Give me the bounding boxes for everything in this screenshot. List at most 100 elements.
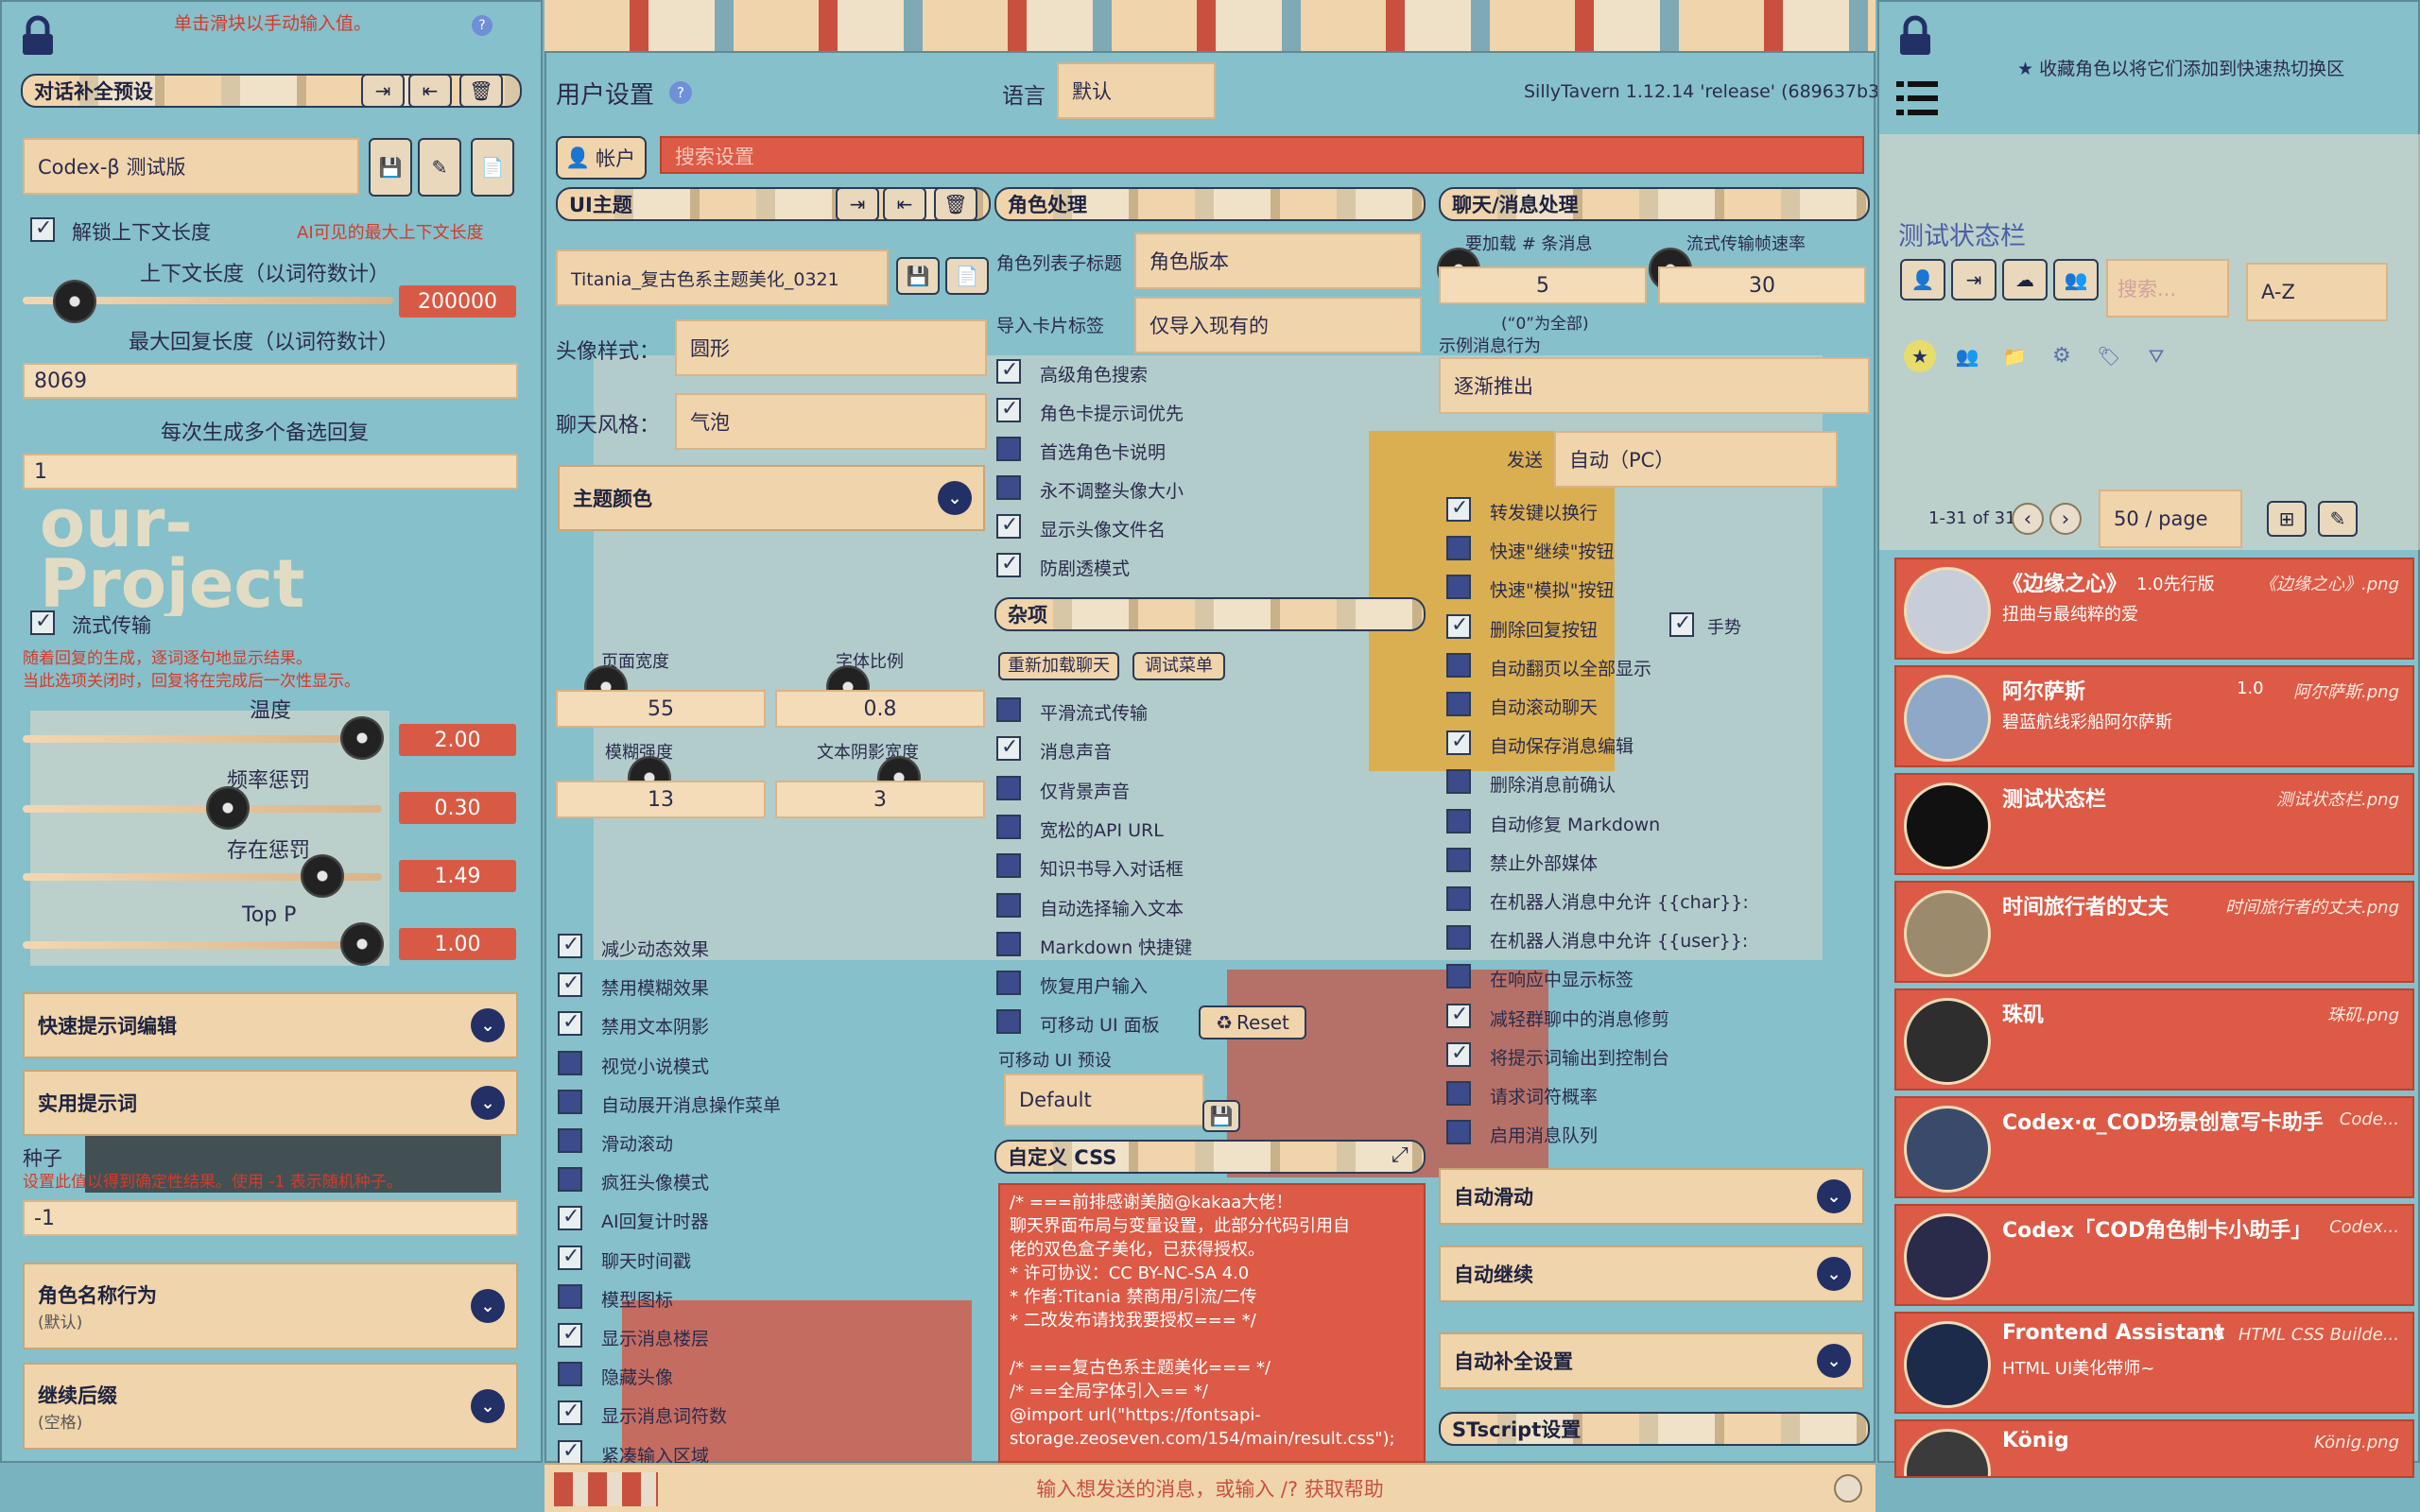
save-preset-icon[interactable]: 💾 bbox=[369, 138, 412, 197]
settings-search-input[interactable]: 搜索设置 bbox=[660, 136, 1864, 174]
utility-prompts-drawer[interactable]: 实用提示词 ⌄ bbox=[23, 1070, 518, 1136]
expand-icon[interactable]: ⤢ bbox=[1392, 1143, 1418, 1170]
page-width-input[interactable]: 55 bbox=[556, 690, 766, 728]
setting-checkbox[interactable] bbox=[996, 437, 1021, 461]
character-card[interactable]: Frontend Assistant 1.9 HTML CSS Builde... H… bbox=[1894, 1312, 2414, 1414]
setting-checkbox[interactable] bbox=[996, 358, 1021, 384]
delete-theme-icon[interactable]: 🗑 bbox=[934, 187, 977, 221]
setting-checkbox[interactable] bbox=[1446, 536, 1471, 561]
setting-checkbox[interactable] bbox=[996, 971, 1021, 996]
setting-checkbox[interactable] bbox=[558, 971, 582, 998]
menu-icon[interactable] bbox=[1896, 79, 1938, 117]
context-length-knob[interactable] bbox=[53, 280, 96, 323]
top-p-value[interactable]: 1.00 bbox=[399, 928, 516, 960]
text-shadow-input[interactable]: 3 bbox=[775, 781, 985, 818]
stream-fps-input[interactable]: 30 bbox=[1658, 266, 1866, 304]
freq-penalty-track[interactable] bbox=[23, 805, 382, 813]
grid-view-icon[interactable]: ⊞ bbox=[2267, 501, 2307, 537]
blur-input[interactable]: 13 bbox=[556, 781, 766, 818]
setting-checkbox[interactable] bbox=[1446, 1003, 1471, 1028]
setting-checkbox[interactable] bbox=[996, 775, 1021, 800]
favorites-filter-icon[interactable]: ★ bbox=[1904, 340, 1936, 372]
help-icon[interactable]: ? bbox=[472, 15, 493, 36]
delete-preset-icon[interactable]: 🗑 bbox=[459, 74, 503, 108]
import-tags-select[interactable]: 仅导入现有的 bbox=[1134, 297, 1422, 353]
context-length-value[interactable]: 200000 bbox=[399, 285, 516, 318]
max-reply-input[interactable]: 8069 bbox=[23, 363, 518, 399]
setting-checkbox[interactable] bbox=[996, 1009, 1021, 1035]
export-theme-icon[interactable]: ⇤ bbox=[883, 187, 926, 221]
setting-checkbox[interactable] bbox=[996, 513, 1021, 539]
groups-filter-icon[interactable]: 👥 bbox=[1951, 340, 1983, 372]
import-theme-icon[interactable]: ⇥ bbox=[836, 187, 879, 221]
prev-page-icon[interactable]: ‹ bbox=[2012, 503, 2044, 535]
unlock-context-checkbox[interactable] bbox=[30, 216, 55, 242]
char-list-subtitle-select[interactable]: 角色版本 bbox=[1134, 232, 1422, 289]
setting-checkbox[interactable] bbox=[558, 1439, 582, 1465]
gestures-checkbox[interactable] bbox=[1669, 611, 1694, 637]
auto-swipe-drawer[interactable]: 自动滑动 ⌄ bbox=[1439, 1168, 1864, 1225]
preset-select[interactable]: Codex-β 测试版 bbox=[23, 138, 359, 195]
filter-clear-icon[interactable]: ⛛ bbox=[2140, 340, 2172, 372]
freq-penalty-knob[interactable] bbox=[206, 786, 250, 830]
character-card[interactable]: König König.png bbox=[1894, 1419, 2414, 1478]
reload-chat-button[interactable]: 重新加载聊天 bbox=[998, 652, 1119, 680]
character-card[interactable]: 时间旅行者的丈夫 时间旅行者的丈夫.png bbox=[1894, 881, 2414, 983]
cloud-download-icon[interactable]: ☁ bbox=[2002, 259, 2048, 301]
setting-checkbox[interactable] bbox=[996, 853, 1021, 879]
character-card[interactable]: Codex·α_COD场景创意写卡助手 Code... bbox=[1894, 1096, 2414, 1198]
setting-checkbox[interactable] bbox=[558, 1167, 582, 1193]
setting-checkbox[interactable] bbox=[996, 475, 1021, 500]
streaming-checkbox[interactable] bbox=[30, 610, 55, 635]
reset-button[interactable]: ♻ Reset bbox=[1199, 1005, 1306, 1040]
account-button[interactable]: 👤 帐户 bbox=[556, 136, 647, 180]
character-card[interactable]: Codex「COD角色制卡小助手」 Codex... bbox=[1894, 1204, 2414, 1306]
setting-checkbox[interactable] bbox=[1446, 964, 1471, 989]
save-preset-icon[interactable]: 💾 bbox=[1202, 1100, 1240, 1132]
setting-checkbox[interactable] bbox=[1446, 847, 1471, 872]
setting-checkbox[interactable] bbox=[558, 1245, 582, 1270]
setting-checkbox[interactable] bbox=[1446, 613, 1471, 639]
setting-checkbox[interactable] bbox=[558, 1322, 582, 1348]
temperature-track[interactable] bbox=[23, 735, 363, 743]
setting-checkbox[interactable] bbox=[996, 397, 1021, 422]
setting-checkbox[interactable] bbox=[558, 1010, 582, 1037]
quick-prompt-edit-drawer[interactable]: 快速提示词编辑 ⌄ bbox=[23, 992, 518, 1058]
setting-checkbox[interactable] bbox=[996, 735, 1021, 762]
character-card[interactable]: 阿尔萨斯 1.0 阿尔萨斯.png 碧蓝航线彩船阿尔萨斯 bbox=[1894, 665, 2414, 767]
setting-checkbox[interactable] bbox=[1446, 692, 1471, 716]
lock-icon[interactable] bbox=[1896, 15, 1934, 57]
setting-checkbox[interactable] bbox=[558, 1400, 582, 1426]
help-icon[interactable]: ? bbox=[669, 81, 692, 104]
avatar-style-select[interactable]: 圆形 bbox=[675, 319, 987, 376]
folder-filter-icon[interactable]: 📁 bbox=[1998, 340, 2031, 372]
setting-checkbox[interactable] bbox=[558, 933, 582, 958]
setting-checkbox[interactable] bbox=[558, 1050, 582, 1075]
group-icon[interactable]: 👥 bbox=[2053, 259, 2099, 301]
multi-swipes-input[interactable]: 1 bbox=[23, 454, 518, 490]
save-theme-icon[interactable]: 💾 bbox=[896, 257, 940, 295]
setting-checkbox[interactable] bbox=[558, 1205, 582, 1231]
setting-checkbox[interactable] bbox=[996, 552, 1021, 577]
sort-select[interactable]: A-Z bbox=[2246, 263, 2388, 321]
setting-checkbox[interactable] bbox=[1446, 1041, 1471, 1067]
theme-select[interactable]: Titania_复古色系主题美化_0321 bbox=[556, 249, 889, 306]
top-p-track[interactable] bbox=[23, 941, 382, 949]
continue-postfix-drawer[interactable]: 继续后缀 (空格) ⌄ bbox=[23, 1363, 518, 1450]
temperature-knob[interactable] bbox=[340, 716, 384, 760]
presence-penalty-knob[interactable] bbox=[301, 854, 344, 898]
character-card[interactable]: 测试状态栏 测试状态栏.png bbox=[1894, 773, 2414, 875]
language-select[interactable]: 默认 bbox=[1057, 62, 1216, 119]
setting-checkbox[interactable] bbox=[1446, 575, 1471, 600]
auto-continue-drawer[interactable]: 自动继续 ⌄ bbox=[1439, 1246, 1864, 1302]
font-scale-input[interactable]: 0.8 bbox=[775, 690, 985, 728]
save-theme-as-icon[interactable]: 📄 bbox=[945, 257, 989, 295]
setting-checkbox[interactable] bbox=[996, 814, 1021, 839]
char-names-drawer[interactable]: 角色名称行为 (默认) ⌄ bbox=[23, 1263, 518, 1349]
tags-icon[interactable]: 🏷 bbox=[2093, 340, 2125, 372]
temperature-value[interactable]: 2.00 bbox=[399, 724, 516, 756]
message-input[interactable]: 输入想发送的消息，或输入 /? 获取帮助 bbox=[544, 1474, 1876, 1503]
import-character-icon[interactable]: ⇥ bbox=[1951, 259, 1996, 301]
add-character-icon[interactable]: 👤 bbox=[1900, 259, 1945, 301]
example-msgs-select[interactable]: 逐渐推出 bbox=[1439, 357, 1870, 414]
